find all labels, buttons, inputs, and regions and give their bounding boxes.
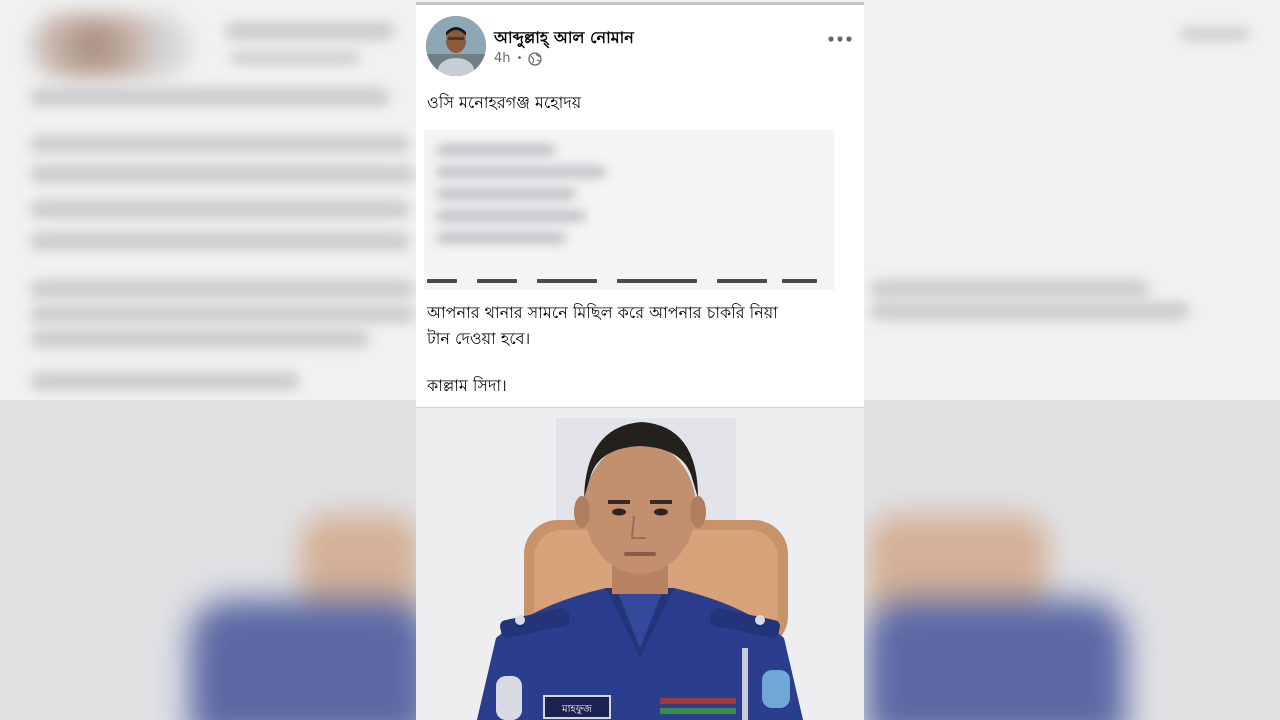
officer-photo: মাহফুজ xyxy=(416,408,864,720)
author-name[interactable]: আব্দুল্লাহ্ আল নোমান xyxy=(494,25,634,52)
post-header: আব্দুল্লাহ্ আল নোমান 4h • xyxy=(416,5,864,85)
partially-hidden-line xyxy=(427,277,827,287)
post-time[interactable]: 4h xyxy=(494,51,511,66)
name-tag: মাহফুজ xyxy=(561,704,593,715)
post-body: আপনার থানার সামনে মিছিল করে আপনার চাকরি … xyxy=(427,300,853,352)
redacted-text-block xyxy=(424,130,834,290)
post-body-line: আপনার থানার সামনে মিছিল করে আপনার চাকরি … xyxy=(427,303,778,322)
meta-separator: • xyxy=(516,53,523,64)
post-body-line: টান দেওয়া হবে। xyxy=(427,329,531,348)
avatar-photo xyxy=(426,16,486,76)
post-closing: কাল্লাম সিদা। xyxy=(427,376,507,395)
post-photo[interactable]: মাহফুজ xyxy=(416,407,864,720)
avatar[interactable] xyxy=(426,16,486,76)
post-greeting: ওসি মনোহরগঞ্জ মহোদয় xyxy=(427,93,582,112)
globe-icon[interactable] xyxy=(528,51,543,66)
more-options-icon[interactable] xyxy=(826,25,854,53)
post-meta: 4h • xyxy=(494,51,543,66)
post-card: আব্দুল্লাহ্ আল নোমান 4h • ওসি মনোহরগঞ্জ … xyxy=(416,2,864,720)
